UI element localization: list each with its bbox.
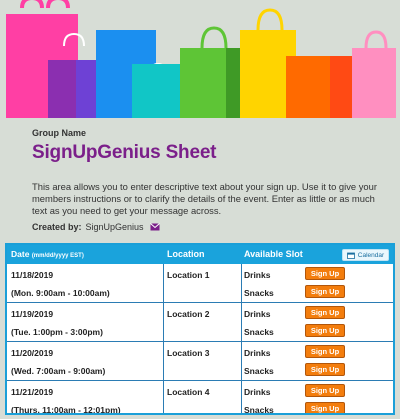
row-date: 11/20/2019 (11, 348, 54, 358)
page-title: SignUpGenius Sheet (32, 142, 217, 163)
row-location: Location 1 (167, 270, 210, 280)
signup-button[interactable]: Sign Up (305, 345, 345, 358)
row-date: 11/18/2019 (11, 270, 54, 280)
slot-item: Snacks (244, 288, 274, 298)
created-by-name[interactable]: SignUpGenius (86, 222, 144, 232)
col-date-label: Date (11, 249, 30, 259)
slot-item: Snacks (244, 405, 274, 415)
calendar-button-label: Calendar (357, 251, 385, 259)
col-date-header: Date (mm/dd/yyyy EST) (11, 249, 84, 259)
slot-item: Drinks (244, 348, 271, 358)
table-row: 11/19/2019 (Tue. 1:00pm - 3:00pm) Locati… (7, 303, 393, 341)
slot-item: Snacks (244, 327, 274, 337)
table-row: 11/21/2019 (Thurs. 11:00am - 12:01pm) Lo… (7, 381, 393, 415)
col-slot-header: Available Slot (244, 249, 303, 259)
created-by-label: Created by: (32, 222, 82, 232)
signup-button[interactable]: Sign Up (305, 306, 345, 319)
signup-button[interactable]: Sign Up (305, 384, 345, 397)
signup-button[interactable]: Sign Up (305, 267, 345, 280)
row-location: Location 4 (167, 387, 210, 397)
group-name: Group Name (32, 128, 87, 138)
calendar-icon (346, 252, 355, 259)
row-time: (Wed. 7:00am - 9:00am) (11, 366, 106, 376)
shopping-bags-illustration (6, 0, 396, 118)
sheet-description: This area allows you to enter descriptiv… (32, 181, 377, 216)
row-date: 11/19/2019 (11, 309, 54, 319)
row-time: (Thurs. 11:00am - 12:01pm) (11, 405, 121, 415)
table-row: 11/20/2019 (Wed. 7:00am - 9:00am) Locati… (7, 342, 393, 380)
row-time: (Mon. 9:00am - 10:00am) (11, 288, 110, 298)
signup-button[interactable]: Sign Up (305, 402, 345, 413)
signup-button[interactable]: Sign Up (305, 363, 345, 376)
row-location: Location 2 (167, 309, 210, 319)
row-time: (Tue. 1:00pm - 3:00pm) (11, 327, 103, 337)
row-date: 11/21/2019 (11, 387, 54, 397)
col-location-header: Location (167, 249, 205, 259)
slot-item: Drinks (244, 309, 271, 319)
signup-button[interactable]: Sign Up (305, 324, 345, 337)
signup-table: Date (mm/dd/yyyy EST) Location Available… (5, 243, 395, 415)
slot-item: Drinks (244, 387, 271, 397)
envelope-icon[interactable] (149, 223, 160, 231)
col-date-format: (mm/dd/yyyy EST) (31, 253, 84, 259)
table-row: 11/18/2019 (Mon. 9:00am - 10:00am) Locat… (7, 264, 393, 302)
sheet-header: Group Name SignUpGenius Sheet (32, 128, 217, 164)
table-header: Date (mm/dd/yyyy EST) Location Available… (7, 245, 393, 264)
row-location: Location 3 (167, 348, 210, 358)
created-by: Created by: SignUpGenius (32, 222, 160, 232)
signup-button[interactable]: Sign Up (305, 285, 345, 298)
header-banner (0, 0, 400, 118)
slot-item: Drinks (244, 270, 271, 280)
slot-item: Snacks (244, 366, 274, 376)
calendar-button[interactable]: Calendar (342, 249, 389, 261)
